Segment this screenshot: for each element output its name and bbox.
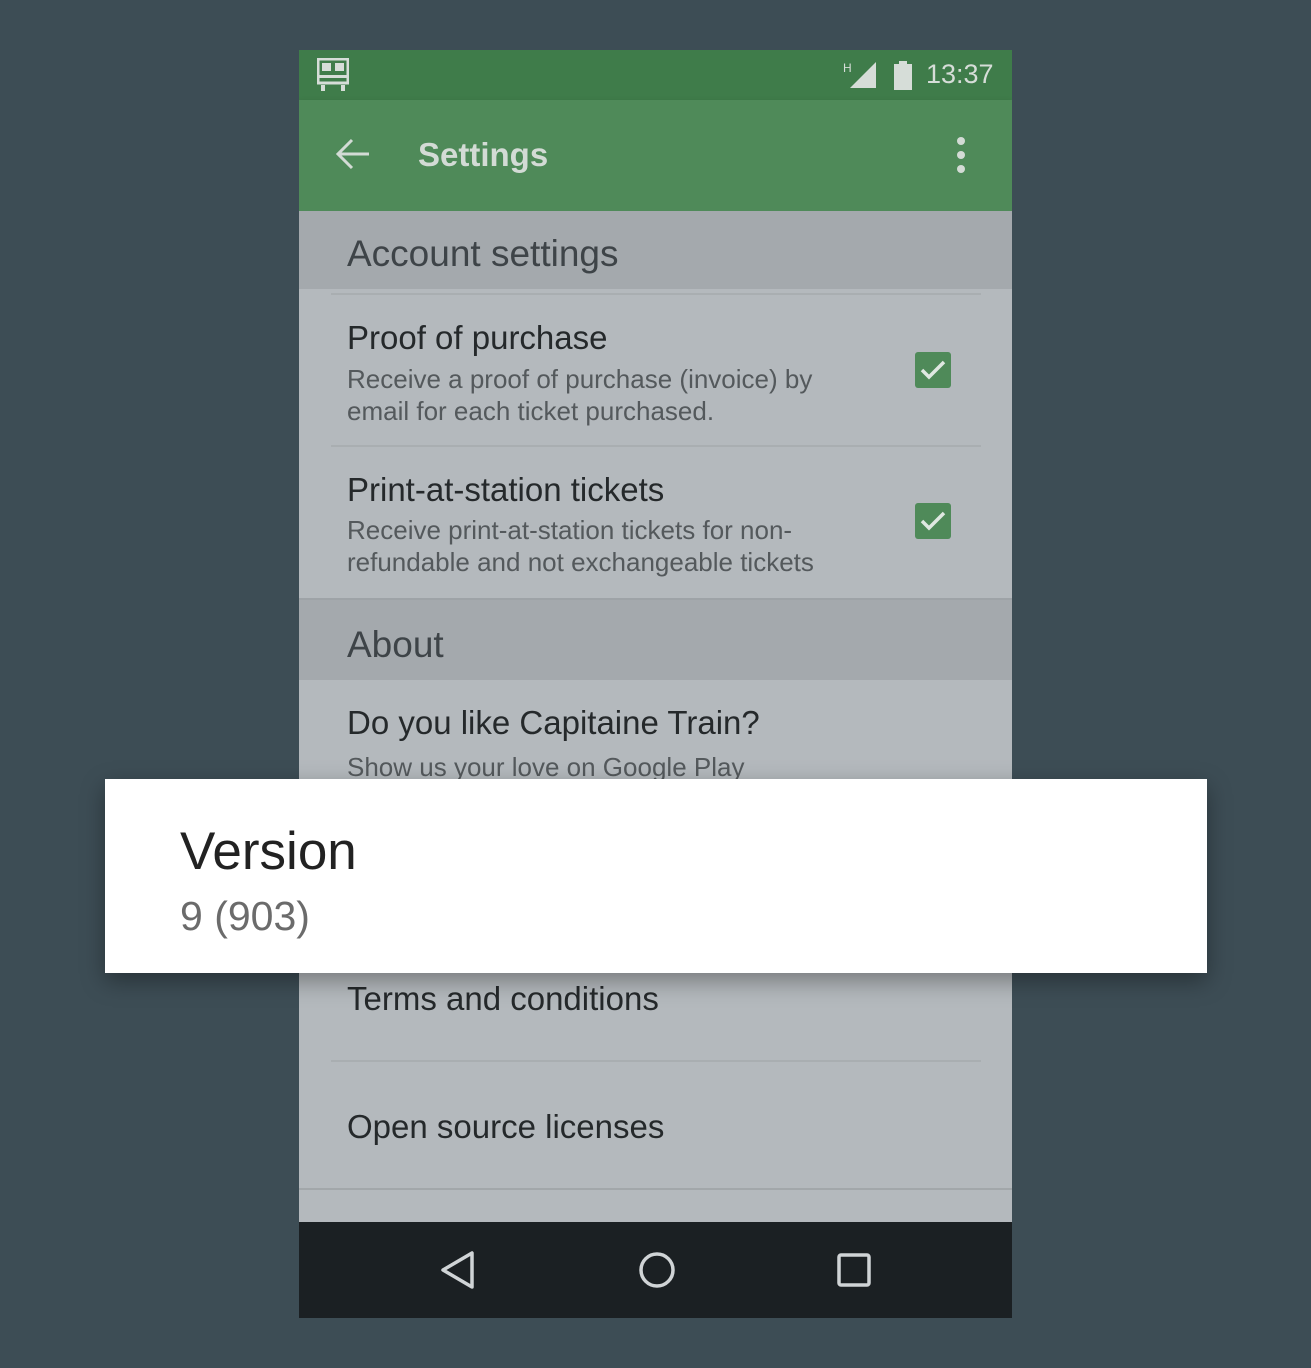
- recents-square-icon[interactable]: [836, 1250, 872, 1295]
- divider: [299, 1188, 1012, 1190]
- version-value: 9 (903): [180, 893, 310, 939]
- setting-title: Proof of purchase: [347, 319, 608, 356]
- setting-title: Open source licenses: [347, 1108, 665, 1145]
- status-bar: H 13:37: [299, 50, 1012, 100]
- setting-title: Terms and conditions: [347, 980, 659, 1017]
- print-at-station-checkbox[interactable]: [915, 503, 951, 539]
- battery-icon: [893, 61, 913, 96]
- home-circle-icon[interactable]: [637, 1250, 677, 1295]
- setting-terms-and-conditions[interactable]: Terms and conditions: [299, 962, 1012, 1058]
- section-header-account: Account settings: [299, 211, 1012, 289]
- app-bar: Settings: [299, 100, 1012, 211]
- setting-subtitle: refundable and not exchangeable tickets: [347, 547, 814, 577]
- more-vert-icon[interactable]: [953, 136, 969, 181]
- signal-icon: H: [842, 60, 878, 95]
- phone-screen: H 13:37 Settings Account settings Proof …: [299, 50, 1012, 1318]
- train-app-icon: [316, 57, 350, 97]
- arrow-back-icon[interactable]: [335, 136, 371, 177]
- section-header-label: About: [347, 624, 444, 665]
- section-header-label: Account settings: [347, 233, 619, 274]
- proof-of-purchase-checkbox[interactable]: [915, 352, 951, 388]
- version-card[interactable]: Version 9 (903): [105, 779, 1207, 973]
- back-triangle-icon[interactable]: [439, 1250, 475, 1295]
- version-label: Version: [180, 822, 357, 881]
- section-header-about: About: [299, 598, 1012, 680]
- setting-open-source-licenses[interactable]: Open source licenses: [299, 1062, 1012, 1188]
- setting-subtitle: Receive a proof of purchase (invoice) by: [347, 364, 813, 394]
- setting-subtitle: email for each ticket purchased.: [347, 396, 715, 426]
- setting-subtitle: Receive print-at-station tickets for non…: [347, 515, 793, 545]
- setting-print-at-station[interactable]: Print-at-station tickets Receive print-a…: [299, 447, 1012, 597]
- page-title: Settings: [418, 136, 549, 173]
- setting-proof-of-purchase[interactable]: Proof of purchase Receive a proof of pur…: [299, 295, 1012, 445]
- svg-text:H: H: [843, 61, 852, 75]
- setting-title: Do you like Capitaine Train?: [347, 704, 760, 741]
- status-time: 13:37: [926, 59, 994, 89]
- setting-title: Print-at-station tickets: [347, 471, 665, 508]
- system-nav-bar: [299, 1222, 1012, 1318]
- setting-rate-app[interactable]: Do you like Capitaine Train? Show us you…: [299, 680, 1012, 782]
